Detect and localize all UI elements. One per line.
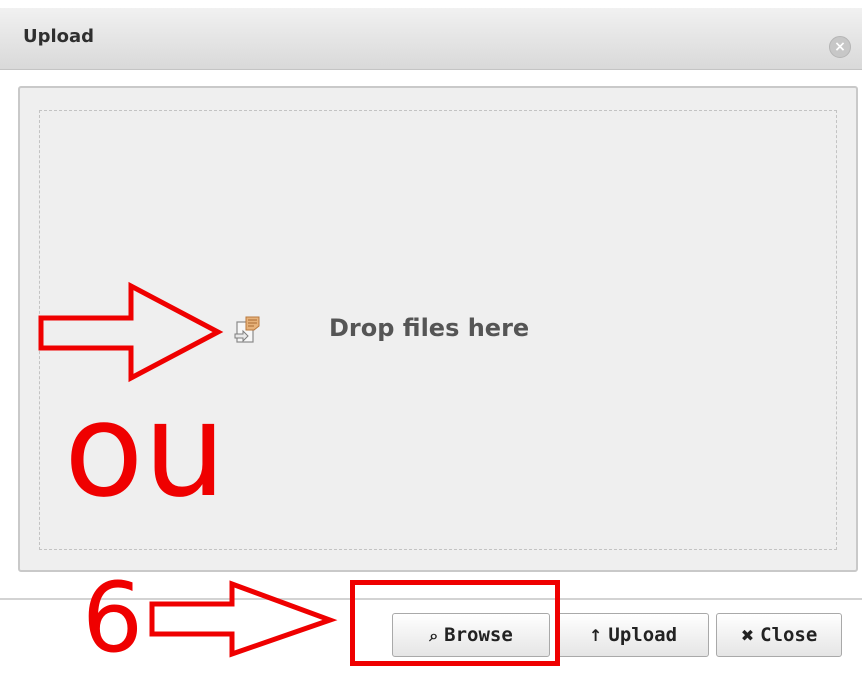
close-icon: ✖ — [740, 626, 755, 645]
close-circle-icon[interactable]: × — [829, 36, 851, 58]
annotation-highlight-box — [350, 580, 560, 666]
upload-label: Upload — [608, 624, 678, 646]
upload-dialog: Upload × Drop files here ⌕ Browse ↑ Upload… — [0, 0, 862, 666]
annotation-ou-text: ou — [64, 374, 226, 526]
drop-files-text: Drop files here — [329, 314, 530, 342]
upload-button[interactable]: ↑ Upload — [557, 613, 709, 657]
close-button[interactable]: ✖ Close — [716, 613, 842, 657]
arrow-up-icon: ↑ — [588, 626, 603, 645]
dialog-title: Upload — [23, 26, 95, 47]
dialog-titlebar: Upload × — [0, 8, 862, 70]
close-label: Close — [760, 624, 818, 646]
annotation-step-number: 6 — [82, 562, 144, 674]
annotation-arrow-browse — [149, 580, 338, 658]
